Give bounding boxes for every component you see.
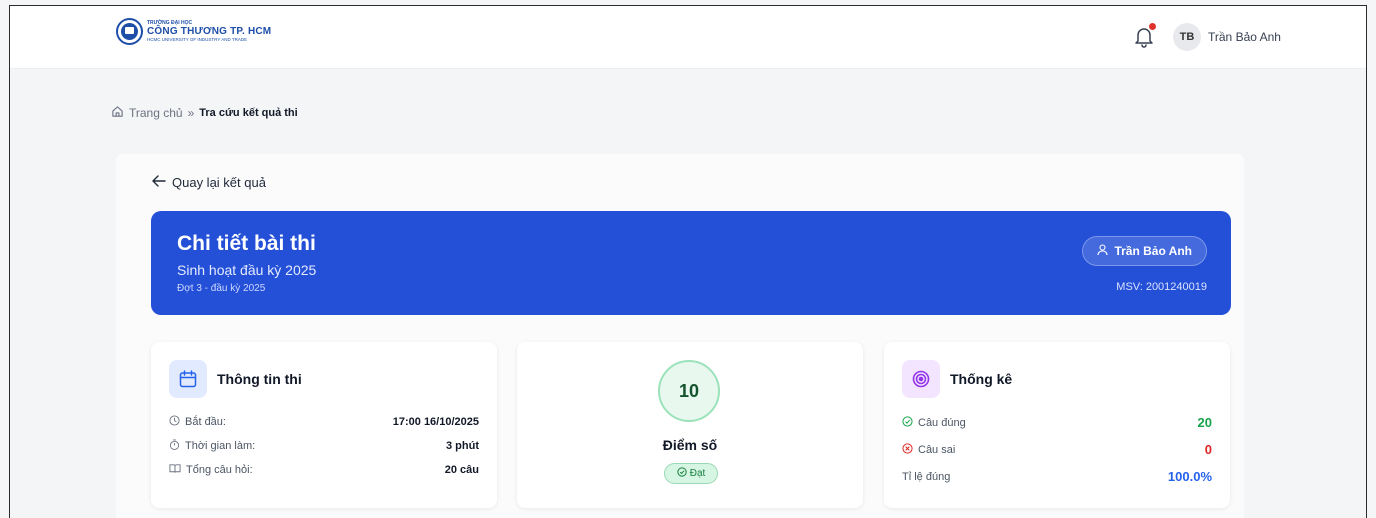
- breadcrumb: Trang chủ » Tra cứu kết quả thi: [111, 105, 298, 121]
- duration-label: Thời gian làm:: [185, 440, 256, 452]
- student-id: MSV: 2001240019: [1116, 281, 1207, 293]
- info-row-questions: Tổng câu hỏi: 20 câu: [169, 463, 479, 477]
- questions-label: Tổng câu hỏi:: [186, 464, 253, 476]
- score-card: 10 Điểm số Đạt: [517, 342, 863, 508]
- check-circle-icon: [902, 415, 913, 430]
- exam-info-card: Thông tin thi Bắt đầu: 17:00 16/10/2025 …: [151, 342, 497, 508]
- info-row-start: Bắt đầu: 17:00 16/10/2025: [169, 415, 479, 429]
- x-circle-icon: [902, 442, 913, 457]
- page-title: Chi tiết bài thi: [177, 232, 316, 255]
- rate-label: Tỉ lệ đúng: [902, 470, 951, 483]
- correct-value: 20: [1197, 415, 1212, 430]
- stat-row-wrong: Câu sai 0: [902, 442, 1212, 457]
- logo-emblem-icon: [116, 18, 143, 45]
- arrow-left-icon: [152, 175, 166, 190]
- exam-name: Sinh hoạt đầu kỳ 2025: [177, 262, 317, 278]
- breadcrumb-separator: »: [187, 106, 195, 120]
- score-value: 10: [658, 360, 720, 422]
- stats-title: Thống kê: [950, 371, 1013, 387]
- wrong-label: Câu sai: [918, 443, 956, 456]
- correct-label: Câu đúng: [918, 416, 966, 429]
- home-icon[interactable]: [111, 105, 124, 121]
- logo-text: TRƯỜNG ĐẠI HỌC CÔNG THƯƠNG TP. HCM HCMC …: [147, 19, 272, 43]
- logo-line-2: CÔNG THƯƠNG TP. HCM: [147, 25, 272, 37]
- stats-card: Thống kê Câu đúng 20 Câu sai 0 Tỉ lệ đún…: [884, 342, 1230, 508]
- questions-value: 20 câu: [444, 464, 479, 476]
- student-chip[interactable]: Trần Bảo Anh: [1082, 236, 1207, 266]
- start-label: Bắt đầu:: [185, 416, 226, 428]
- notification-dot: [1149, 23, 1156, 30]
- start-value: 17:00 16/10/2025: [392, 416, 479, 428]
- exam-info-title: Thông tin thi: [217, 371, 302, 387]
- check-circle-icon: [677, 467, 687, 480]
- exam-period: Đợt 3 - đầu kỳ 2025: [177, 283, 266, 294]
- duration-value: 3 phút: [446, 440, 479, 452]
- avatar[interactable]: TB: [1173, 23, 1201, 51]
- calendar-icon: [169, 360, 207, 398]
- user-icon: [1097, 243, 1108, 259]
- user-name[interactable]: Trần Bảo Anh: [1208, 30, 1281, 44]
- app-window: TRƯỜNG ĐẠI HỌC CÔNG THƯƠNG TP. HCM HCMC …: [9, 5, 1367, 518]
- score-label: Điểm số: [662, 437, 718, 453]
- student-name: Trần Bảo Anh: [1114, 244, 1192, 258]
- timer-icon: [169, 439, 180, 453]
- rate-value: 100.0%: [1167, 469, 1212, 484]
- book-icon: [169, 463, 181, 477]
- logo-line-1: TRƯỜNG ĐẠI HỌC: [147, 19, 193, 26]
- breadcrumb-current: Tra cứu kết quả thi: [199, 107, 298, 119]
- status-text: Đạt: [689, 468, 706, 479]
- stat-row-correct: Câu đúng 20: [902, 415, 1212, 430]
- stat-row-rate: Tỉ lệ đúng 100.0%: [902, 469, 1212, 484]
- exam-detail-banner: Chi tiết bài thi Sinh hoạt đầu kỳ 2025 Đ…: [151, 211, 1231, 315]
- target-icon: [902, 360, 940, 398]
- back-label: Quay lại kết quả: [172, 175, 266, 190]
- info-row-duration: Thời gian làm: 3 phút: [169, 439, 479, 453]
- clock-icon: [169, 415, 180, 429]
- back-to-results-link[interactable]: Quay lại kết quả: [152, 175, 266, 190]
- university-logo[interactable]: TRƯỜNG ĐẠI HỌC CÔNG THƯƠNG TP. HCM HCMC …: [116, 18, 271, 45]
- logo-line-3: HCMC UNIVERSITY OF INDUSTRY AND TRADE: [147, 36, 248, 42]
- status-badge: Đạt: [664, 463, 718, 484]
- wrong-value: 0: [1204, 442, 1212, 457]
- top-navbar: TRƯỜNG ĐẠI HỌC CÔNG THƯƠNG TP. HCM HCMC …: [10, 6, 1366, 69]
- breadcrumb-home[interactable]: Trang chủ: [129, 106, 183, 120]
